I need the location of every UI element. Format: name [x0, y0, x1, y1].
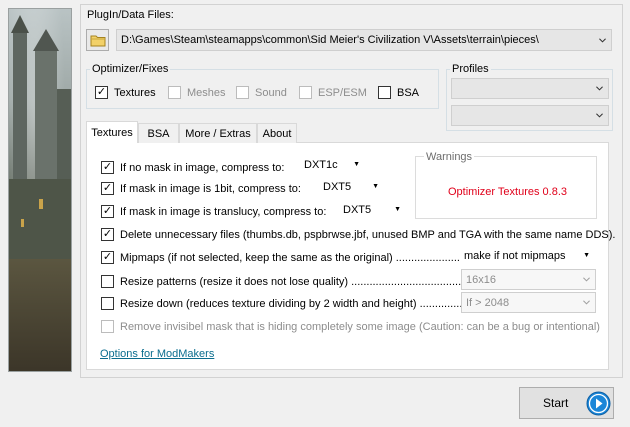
plugin-path-value: D:\Games\Steam\steamapps\common\Sid Meie…: [121, 34, 539, 46]
option-bsa-label: BSA: [397, 87, 420, 99]
plugin-path-combo[interactable]: D:\Games\Steam\steamapps\common\Sid Meie…: [116, 29, 612, 51]
compress-nomask-checkbox[interactable]: ✓: [101, 161, 114, 174]
play-arrow-icon: [586, 391, 611, 416]
resize-down-label: Resize down (reduces texture dividing by…: [120, 298, 475, 310]
remove-mask-checkbox: [101, 320, 114, 336]
profile-select-1[interactable]: [451, 78, 609, 99]
checkmark-icon: ✓: [102, 251, 113, 263]
remove-mask-label: Remove invisibel mask that is hiding com…: [120, 321, 600, 333]
option-meshes-checkbox: [168, 86, 181, 102]
chevron-down-icon[interactable]: [591, 106, 608, 125]
tab-more-extras[interactable]: More / Extras: [179, 123, 257, 143]
profiles-group-title: Profiles: [450, 63, 491, 75]
compress-translucy-checkbox[interactable]: ✓: [101, 205, 114, 218]
chevron-down-icon: [578, 293, 595, 312]
profile-select-2[interactable]: [451, 105, 609, 126]
checkmark-icon: ✓: [102, 161, 113, 173]
browse-folder-button[interactable]: [86, 29, 109, 51]
resize-patterns-select: 16x16: [461, 269, 596, 290]
mipmaps-select[interactable]: make if not mipmaps ▼: [459, 246, 595, 266]
delete-files-label: Delete unnecessary files (thumbs.db, psp…: [120, 229, 616, 241]
modmakers-options-link[interactable]: Options for ModMakers: [100, 348, 214, 360]
option-sound-checkbox: [236, 86, 249, 102]
mipmaps-checkbox[interactable]: ✓: [101, 251, 114, 264]
compress-translucy-select[interactable]: DXT5 ▼: [338, 200, 406, 220]
folder-icon: [90, 35, 105, 46]
tab-bsa[interactable]: BSA: [138, 123, 179, 143]
start-button[interactable]: Start: [519, 387, 614, 419]
warnings-message: Optimizer Textures 0.8.3: [448, 186, 568, 198]
tab-textures[interactable]: Textures: [86, 121, 138, 143]
resize-patterns-label: Resize patterns (resize it does not lose…: [120, 276, 501, 288]
delete-files-checkbox[interactable]: ✓: [101, 228, 114, 241]
compress-1bit-select[interactable]: DXT5 ▼: [318, 177, 384, 197]
triangle-down-icon: ▼: [372, 183, 379, 190]
option-espesm-checkbox: [299, 86, 312, 102]
option-sound-label: Sound: [255, 87, 287, 99]
mipmaps-label: Mipmaps (if not selected, keep the same …: [120, 252, 473, 264]
option-textures-label: Textures: [114, 87, 156, 99]
checkmark-icon: ✓: [96, 86, 107, 98]
start-button-label: Start: [543, 396, 569, 410]
triangle-down-icon: ▼: [394, 206, 401, 213]
compress-1bit-checkbox[interactable]: ✓: [101, 182, 114, 195]
option-bsa-checkbox[interactable]: [378, 86, 391, 102]
plugin-files-label: PlugIn/Data Files:: [87, 9, 174, 21]
resize-down-checkbox[interactable]: [101, 297, 114, 313]
side-banner-image: [8, 8, 72, 372]
option-textures-checkbox[interactable]: ✓: [95, 86, 108, 99]
compress-1bit-label: If mask in image is 1bit, compress to:: [120, 183, 301, 195]
resize-down-select: If > 2048: [461, 292, 596, 313]
compress-nomask-select[interactable]: DXT1c ▼: [299, 155, 365, 175]
chevron-down-icon: [578, 270, 595, 289]
option-espesm-label: ESP/ESM: [318, 87, 367, 99]
checkmark-icon: ✓: [102, 205, 113, 217]
triangle-down-icon: ▼: [583, 252, 590, 259]
chevron-down-icon[interactable]: [594, 30, 611, 50]
triangle-down-icon: ▼: [353, 161, 360, 168]
warnings-title: Warnings: [424, 151, 475, 163]
compress-nomask-label: If no mask in image, compress to:: [120, 162, 285, 174]
textures-checkbox[interactable]: ✓: [95, 86, 108, 99]
chevron-down-icon[interactable]: [591, 79, 608, 98]
resize-patterns-checkbox[interactable]: [101, 275, 114, 291]
tab-about[interactable]: About: [257, 123, 297, 143]
option-meshes-label: Meshes: [187, 87, 226, 99]
compress-translucy-label: If mask in image is translucy, compress …: [120, 206, 327, 218]
checkmark-icon: ✓: [102, 182, 113, 194]
optimizer-group-title: Optimizer/Fixes: [90, 63, 171, 75]
checkmark-icon: ✓: [102, 228, 113, 240]
